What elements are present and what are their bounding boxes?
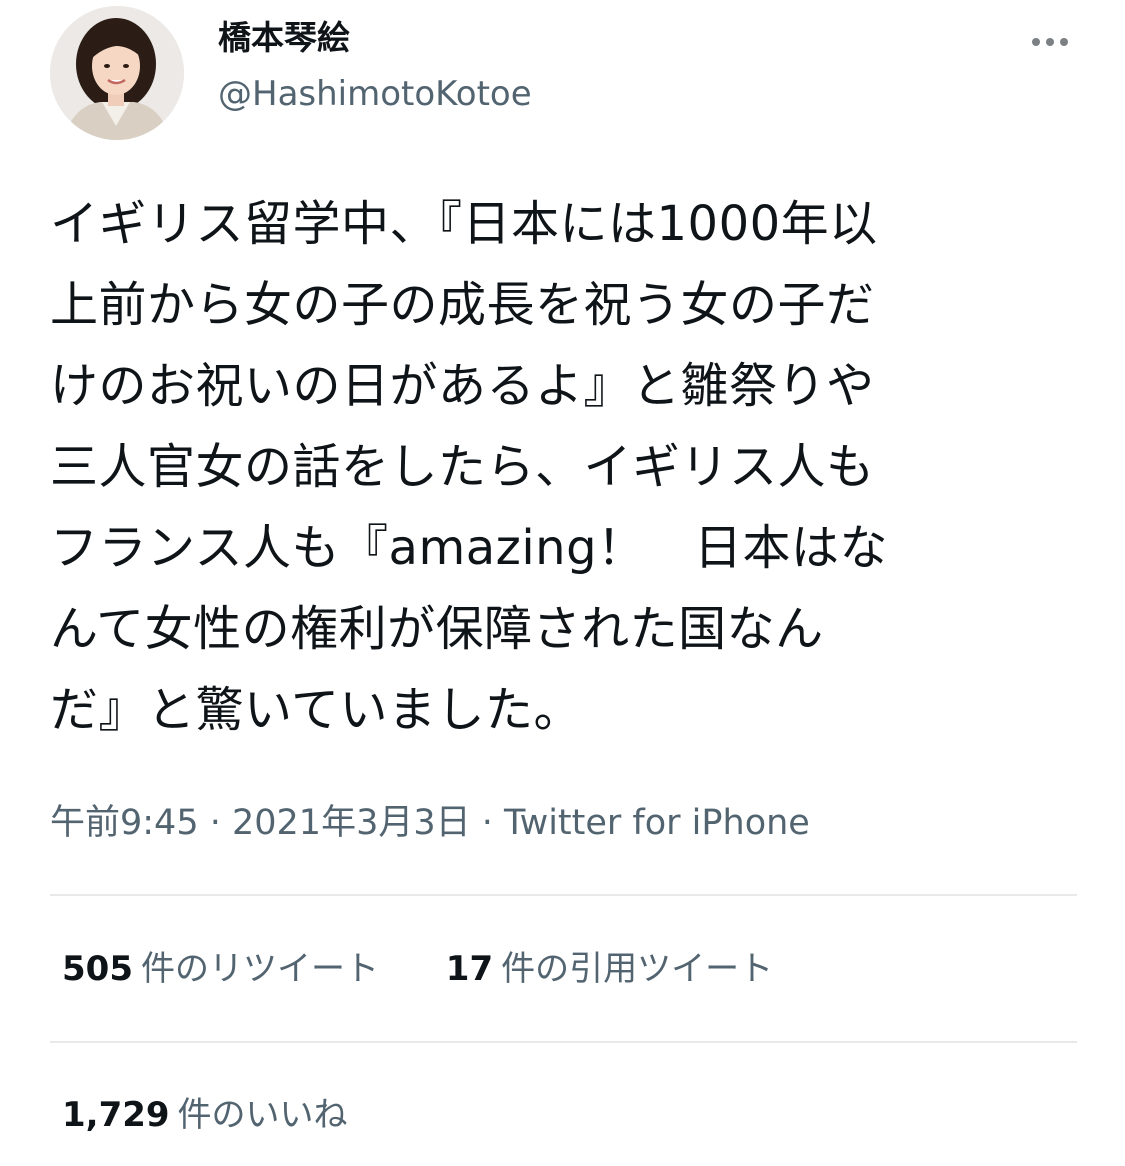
tweet-detail: 橋本琴絵 @HashimotoKotoe イギリス留学中、『日本には1000年以… bbox=[0, 0, 1125, 1166]
retweets-stat[interactable]: 505 件のリツイート bbox=[62, 944, 379, 994]
tweet-text-line: 上前から女の子の成長を祝う女の子だ bbox=[50, 277, 875, 333]
tweet-meta: 午前9:45 · 2021年3月3日 · Twitter for iPhone bbox=[50, 798, 810, 848]
retweets-count: 505 bbox=[62, 949, 133, 989]
tweet-text-line: フランス人も『amazing！ 日本はな bbox=[50, 520, 889, 576]
tweet-text-line: イギリス留学中、『日本には1000年以 bbox=[50, 196, 878, 252]
display-name[interactable]: 橋本琴絵 bbox=[218, 14, 350, 62]
tweet-text-line: だ』と驚いていました。 bbox=[50, 682, 583, 738]
quotes-count: 17 bbox=[445, 949, 494, 989]
quotes-label: 件の引用ツイート bbox=[501, 949, 774, 989]
stats-row-retweets: 505 件のリツイート 17 件の引用ツイート bbox=[62, 944, 773, 994]
meta-separator: · bbox=[198, 803, 232, 843]
likes-label: 件のいいね bbox=[177, 1095, 348, 1135]
profile-photo bbox=[50, 6, 184, 140]
tweet-date[interactable]: 2021年3月3日 bbox=[232, 803, 471, 843]
likes-stat[interactable]: 1,729 件のいいね bbox=[62, 1090, 348, 1140]
tweet-source[interactable]: Twitter for iPhone bbox=[504, 803, 810, 843]
likes-count: 1,729 bbox=[62, 1095, 170, 1135]
tweet-text-line: 三人官女の話をしたら、イギリス人も bbox=[50, 439, 875, 495]
quotes-stat[interactable]: 17 件の引用ツイート bbox=[446, 944, 773, 994]
divider bbox=[50, 894, 1077, 896]
more-options-button[interactable] bbox=[1020, 22, 1080, 62]
more-dots-icon bbox=[1032, 38, 1040, 46]
tweet-time[interactable]: 午前9:45 bbox=[50, 803, 199, 843]
tweet-text-line: けのお祝いの日があるよ』と雛祭りや bbox=[50, 358, 875, 414]
more-dots-icon bbox=[1060, 38, 1068, 46]
tweet-text-line: んて女性の権利が保障された国なん bbox=[50, 601, 824, 657]
meta-separator: · bbox=[470, 803, 504, 843]
avatar[interactable] bbox=[50, 6, 184, 140]
divider bbox=[50, 1041, 1077, 1043]
tweet-text: イギリス留学中、『日本には1000年以 上前から女の子の成長を祝う女の子だ けの… bbox=[50, 184, 1090, 751]
retweets-label: 件のリツイート bbox=[140, 949, 379, 989]
more-dots-icon bbox=[1046, 38, 1054, 46]
user-handle[interactable]: @HashimotoKotoe bbox=[218, 70, 532, 118]
stats-row-likes: 1,729 件のいいね bbox=[62, 1090, 348, 1140]
